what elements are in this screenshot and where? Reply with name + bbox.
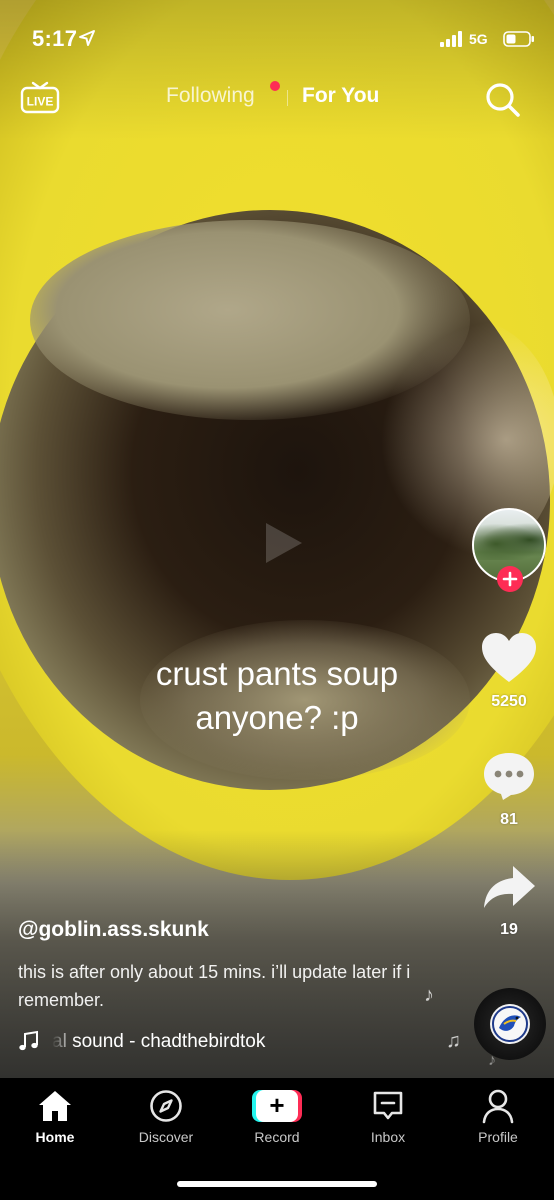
like-count: 5250 xyxy=(491,693,527,710)
video-caption-overlay: crust pants soup anyone? :p xyxy=(100,652,454,740)
person-icon xyxy=(482,1089,514,1124)
nav-inbox[interactable]: Inbox xyxy=(343,1086,433,1145)
feed-tabs: Following For You xyxy=(0,81,554,114)
location-arrow-icon xyxy=(79,30,95,46)
sound-disc[interactable] xyxy=(474,988,546,1060)
notification-dot xyxy=(270,81,280,91)
share-button[interactable]: 19 xyxy=(478,862,540,939)
search-icon[interactable] xyxy=(485,82,521,118)
tab-divider xyxy=(287,90,288,106)
share-arrow-icon xyxy=(484,866,535,908)
sound-cover-art xyxy=(490,1004,530,1044)
author-username[interactable]: @goblin.ass.skunk xyxy=(18,918,209,942)
bird-logo-icon xyxy=(492,1006,528,1042)
nav-inbox-label: Inbox xyxy=(370,1129,406,1145)
battery-icon xyxy=(503,31,534,47)
caption-line-1: crust pants soup xyxy=(155,655,399,692)
tab-following[interactable]: Following xyxy=(166,84,255,108)
share-count: 19 xyxy=(500,921,518,938)
network-type: 5G xyxy=(469,31,488,47)
plus-icon: + xyxy=(256,1090,298,1122)
nav-profile[interactable]: Profile xyxy=(453,1086,543,1145)
like-button[interactable]: 5250 xyxy=(478,632,540,711)
comment-button[interactable]: 81 xyxy=(478,750,540,829)
nav-discover[interactable]: Discover xyxy=(121,1086,211,1145)
inbox-icon xyxy=(373,1091,403,1120)
nav-home[interactable]: Home xyxy=(10,1086,100,1145)
nav-home-label: Home xyxy=(35,1129,75,1145)
record-button: + xyxy=(252,1090,302,1122)
music-note-icon xyxy=(19,1030,38,1051)
caption-line-2: anyone? :p xyxy=(195,699,359,736)
play-icon xyxy=(266,523,302,563)
home-icon xyxy=(39,1091,71,1121)
post-description: this is after only about 15 mins. i’ll u… xyxy=(18,962,411,1010)
plus-icon xyxy=(502,571,518,587)
avatar-photo xyxy=(474,520,544,560)
sound-name: al sound - chadthebirdtok xyxy=(52,1031,266,1052)
music-note-icon: ♫ xyxy=(446,1030,461,1052)
signal-bars-icon xyxy=(440,31,462,47)
nav-record[interactable]: + Record xyxy=(232,1086,322,1145)
follow-button[interactable] xyxy=(497,566,523,592)
tab-for-you[interactable]: For You xyxy=(302,84,379,108)
video-player[interactable] xyxy=(0,0,554,1078)
sound-link[interactable]: al sound - chadthebirdtok xyxy=(18,1028,438,1056)
comment-count: 81 xyxy=(500,811,518,828)
nav-record-label: Record xyxy=(254,1129,300,1145)
comment-icon xyxy=(484,753,534,800)
nav-profile-label: Profile xyxy=(478,1129,518,1145)
status-bar: 5:17 5G xyxy=(0,0,554,80)
nav-discover-label: Discover xyxy=(138,1129,194,1145)
heart-icon xyxy=(482,633,536,682)
compass-icon xyxy=(150,1090,182,1122)
home-indicator[interactable] xyxy=(177,1181,377,1187)
status-time: 5:17 xyxy=(32,26,78,51)
